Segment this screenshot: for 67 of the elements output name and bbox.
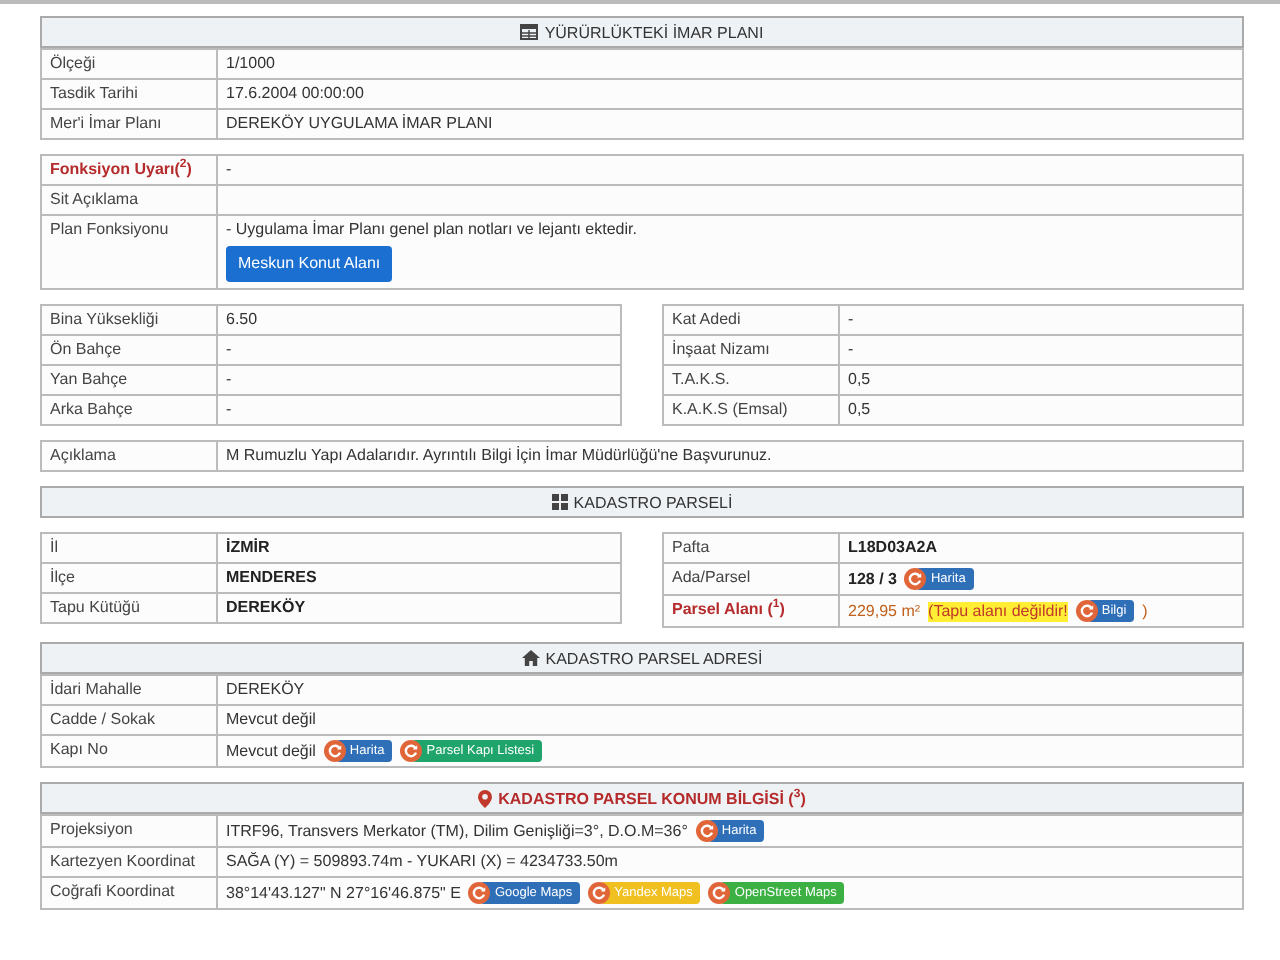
section-title: KADASTRO PARSEL KONUM BİLGİSİ ($^{3}$) [498,789,806,807]
field-value: - [226,160,232,180]
field-value: DEREKÖY [226,598,306,618]
table-icon [520,24,539,40]
field-label: Fonksiyon Uyarı($^{2}$) [50,160,192,178]
map-pin-icon [478,789,493,807]
field-label: İl [50,538,58,556]
field-value: ITRF96, Transvers Merkator (TM), Dilim Genişliği=3°, D.O.M=36° [226,821,688,841]
warning-note: (Tapu alanı değildir! [928,601,1068,621]
field-text: ) [1142,601,1148,621]
field-value: - [226,340,232,360]
field-label: Sit Açıklama [50,190,139,208]
field-label: Kartezyen Koordinat [50,852,195,870]
field-value: 0,5 [848,400,871,420]
field-label: Pafta [672,538,710,556]
grid-icon [551,494,568,510]
field-value: MENDERES [226,568,317,588]
field-value: - Uygulama İmar Planı genel plan notları ve lejantı ektedir. [226,220,637,240]
field-label: Açıklama [50,446,116,464]
field-value: 17.6.2004 00:00:00 [226,84,364,104]
field-label: Cadde / Sokak [50,710,155,728]
field-value: 38°14'43.127" N 27°16'46.875" E [226,883,461,903]
field-value: Mevcut değil [226,741,316,761]
field-label: Yan Bahçe [50,370,128,388]
field-label: İnşaat Nizamı [672,340,770,358]
field-value: SAĞA (Y) = 509893.74m - YUKARI (X) = 4234733.50m [226,852,618,872]
field-value: - [226,400,232,420]
field-label: Bina Yüksekliği [50,310,159,328]
section-title: KADASTRO PARSELİ [573,493,733,511]
field-value: 0,5 [848,370,871,390]
field-label: Mer'i İmar Planı [50,114,162,132]
field-label: Parsel Alanı ($^{1}$) [672,600,785,618]
section-title: YÜRÜRLÜKTEKİ İMAR PLANI [544,23,764,41]
field-label: Tasdik Tarihi [50,84,138,102]
field-value: M Rumuzlu Yapı Adalarıdır. Ayrıntılı Bilgi İçin İmar Müdürlüğü'ne Başvurunuz. [226,446,772,466]
field-label: İlçe [50,568,75,586]
field-value: DEREKÖY [226,680,305,700]
refresh-icon [695,820,718,842]
home-icon [521,650,540,666]
field-label: Kat Adedi [672,310,741,328]
field-label: İdari Mahalle [50,680,142,698]
field-label: Arka Bahçe [50,400,133,418]
section-title: KADASTRO PARSEL ADRESİ [545,649,763,667]
field-label: T.A.K.S. [672,370,730,388]
plan-function-button[interactable]: Meskun Konut Alanı [226,246,393,282]
field-value: 128 / 3 [848,569,897,589]
field-value: - [848,310,854,330]
field-label: Tapu Kütüğü [50,598,140,616]
field-label: Ön Bahçe [50,340,122,358]
field-value: 1/1000 [226,54,275,74]
field-value: DEREKÖY UYGULAMA İMAR PLANI [226,114,493,134]
field-label: Ölçeği [50,54,96,72]
field-label: Coğrafi Koordinat [50,882,175,900]
field-value: L18D03A2A [848,538,937,558]
field-label: K.A.K.S (Emsal) [672,400,788,418]
field-value: 6.50 [226,310,258,330]
field-label: Kapı No [50,740,108,758]
field-value: 229,95 m² [848,601,921,621]
field-value: Mevcut değil [226,710,316,730]
field-value: - [848,340,854,360]
field-label: Plan Fonksiyonu [50,220,169,238]
refresh-icon [1075,600,1098,622]
field-value: İZMİR [226,538,270,558]
field-label: Projeksiyon [50,820,133,838]
field-value: - [226,370,232,390]
refresh-icon [323,740,346,762]
field-label: Ada/Parsel [672,568,751,586]
